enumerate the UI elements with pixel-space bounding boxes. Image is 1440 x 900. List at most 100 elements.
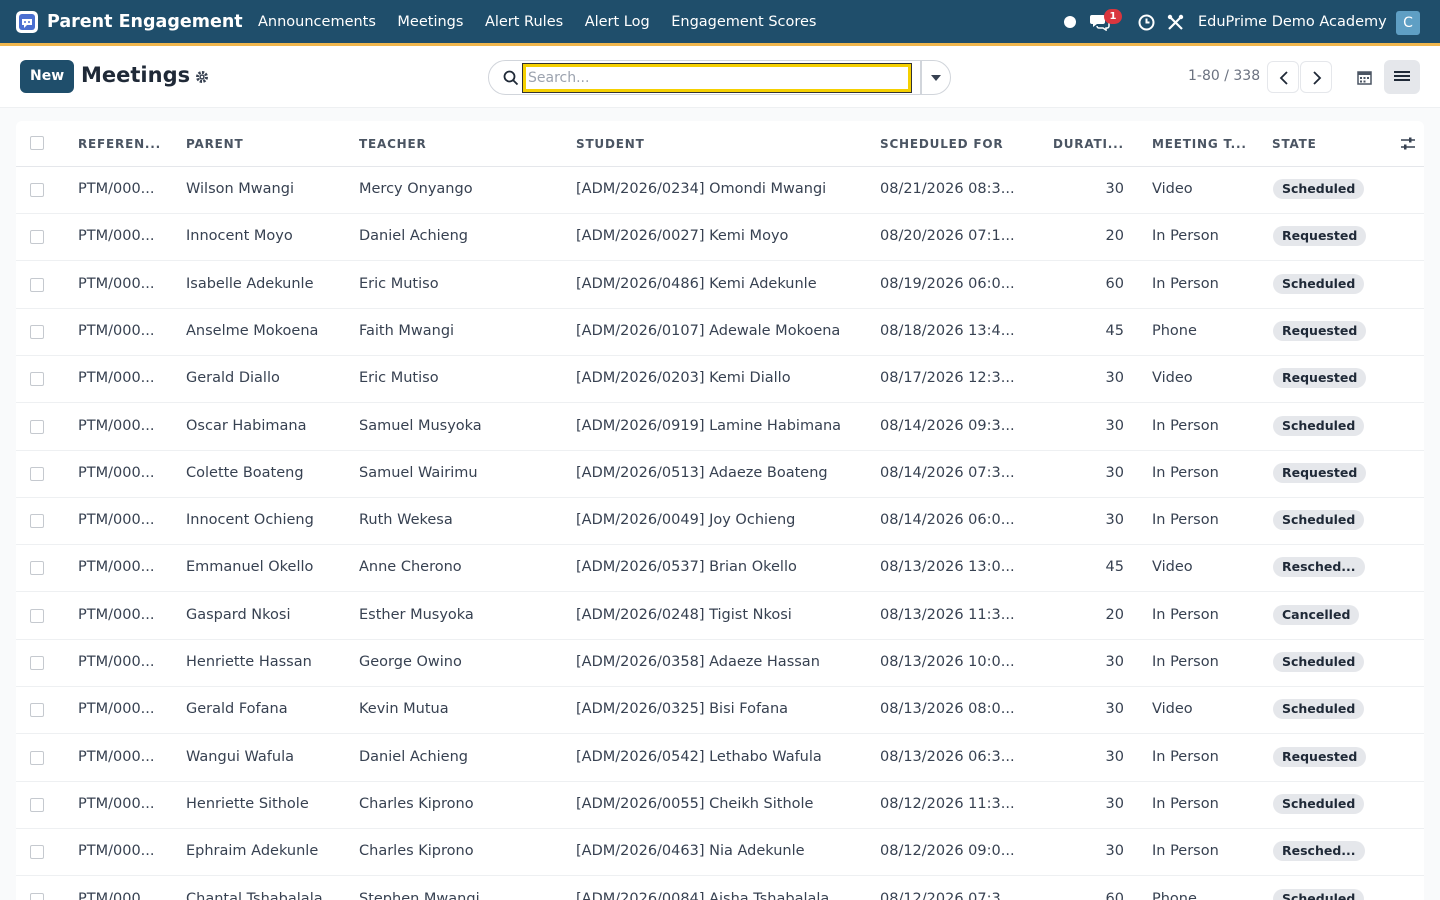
cell-teacher: Eric Mutiso (359, 275, 439, 292)
app-name[interactable]: Parent Engagement (47, 12, 243, 32)
row-checkbox[interactable] (30, 466, 44, 481)
app-logo-icon[interactable] (16, 11, 38, 33)
cell-student: [ADM/2026/0049] Joy Ochieng (576, 512, 796, 529)
cell-teacher: George Owino (359, 654, 462, 670)
cell-parent: Wilson Mwangi (186, 181, 294, 197)
cell-student: [ADM/2026/0234] Omondi Mwangi (576, 181, 827, 197)
cell-teacher: Esther Musyoka (359, 606, 474, 623)
search-input[interactable] (522, 63, 912, 93)
pager-value[interactable]: 1-80 / 338 (1188, 68, 1260, 84)
cell-parent: Henriette Sithole (186, 795, 309, 812)
cell-scheduled-for: 08/13/2026 13:0... (880, 559, 1015, 576)
table-row[interactable]: PTM/000... Wilson Mwangi Mercy Onyango [ADM… (16, 167, 1424, 214)
pager-next-button[interactable] (1300, 61, 1332, 93)
table-row[interactable]: PTM/000... Innocent Moyo Daniel Achieng [AD… (16, 214, 1424, 262)
row-checkbox[interactable] (30, 230, 44, 245)
menu-item-announcements[interactable]: Announcements (258, 14, 376, 30)
menu-item-engagement-scores[interactable]: Engagement Scores (671, 14, 816, 30)
cell-student: [ADM/2026/0919] Lamine Habimana (576, 417, 842, 434)
menu-item-alert-rules[interactable]: Alert Rules (485, 14, 563, 30)
table-row[interactable]: PTM/000... Gerald Fofana Kevin Mutua [ADM/2… (16, 687, 1424, 735)
calendar-view-button[interactable] (1347, 60, 1383, 94)
state-badge: Requested (1273, 226, 1367, 247)
cell-duration: 30 (1105, 417, 1124, 434)
row-checkbox[interactable] (30, 750, 44, 765)
menu-item-meetings[interactable]: Meetings (397, 14, 463, 30)
table-row[interactable]: PTM/000... Chantal Tshabalala Stephen Mwan… (16, 877, 1424, 900)
col-duration[interactable]: DURATI... (1053, 137, 1124, 151)
col-student[interactable]: STUDENT (576, 137, 645, 151)
col-state[interactable]: STATE (1272, 137, 1317, 151)
search-options-toggle[interactable] (921, 60, 951, 95)
table-row[interactable]: PTM/000... Oscar Habimana Samuel Musyoka [A… (16, 404, 1424, 451)
row-checkbox[interactable] (30, 561, 44, 576)
main-menu: Announcements Meetings Alert Rules Alert… (258, 14, 838, 30)
table-row[interactable]: PTM/000... Anselme Mokoena Faith Mwangi [AD… (16, 309, 1424, 356)
row-checkbox[interactable] (30, 797, 44, 812)
status-dot-icon[interactable] (1064, 16, 1076, 28)
company-name[interactable]: EduPrime Demo Academy (1198, 14, 1387, 30)
col-parent[interactable]: PARENT (186, 137, 243, 151)
cell-duration: 45 (1105, 322, 1124, 339)
user-avatar[interactable]: C (1396, 11, 1420, 35)
table-row[interactable]: PTM/000... Isabelle Adekunle Eric Mutiso [A… (16, 262, 1424, 309)
row-checkbox[interactable] (30, 608, 44, 623)
col-reference[interactable]: REFEREN... (78, 137, 161, 151)
cell-parent: Gerald Diallo (186, 370, 280, 387)
table-row[interactable]: PTM/000... Gaspard Nkosi Esther Musyoka [AD… (16, 593, 1424, 640)
select-all-checkbox[interactable] (30, 136, 44, 150)
row-checkbox[interactable] (30, 324, 44, 339)
table-row[interactable]: PTM/000... Gerald Diallo Eric Mutiso [ADM/2… (16, 356, 1424, 404)
new-button[interactable]: New (20, 60, 75, 93)
top-navbar: Parent Engagement Announcements Meetings… (0, 0, 1440, 46)
cell-teacher: Samuel Wairimu (359, 464, 478, 481)
col-teacher[interactable]: TEACHER (359, 137, 427, 151)
cell-scheduled-for: 08/21/2026 08:3... (880, 181, 1015, 197)
cell-meeting-type: In Person (1152, 275, 1219, 292)
cell-scheduled-for: 08/12/2026 09:0... (880, 843, 1015, 860)
clock-icon[interactable] (1138, 14, 1155, 31)
tools-icon[interactable] (1167, 14, 1184, 31)
gear-icon[interactable] (195, 70, 209, 84)
list-view-button[interactable] (1384, 60, 1420, 94)
table-row[interactable]: PTM/000... Emmanuel Okello Anne Cherono [AD… (16, 545, 1424, 593)
cell-reference: PTM/000... (78, 322, 155, 339)
control-panel: New Meetings 1-80 / 338 (0, 46, 1440, 108)
cell-reference: PTM/000... (78, 275, 155, 292)
table-row[interactable]: PTM/000... Colette Boateng Samuel Wairimu [… (16, 451, 1424, 498)
cell-reference: PTM/000... (78, 559, 155, 576)
state-badge: Resched... (1273, 557, 1365, 578)
table-row[interactable]: PTM/000... Ephraim Adekunle Charles Kipron… (16, 829, 1424, 877)
row-checkbox[interactable] (30, 656, 44, 670)
row-checkbox[interactable] (30, 183, 44, 197)
cell-duration: 30 (1105, 512, 1124, 529)
col-scheduled-for[interactable]: SCHEDULED FOR (880, 137, 1003, 151)
col-meeting-type[interactable]: MEETING T... (1152, 137, 1247, 151)
cell-scheduled-for: 08/18/2026 13:4... (880, 322, 1015, 339)
row-checkbox[interactable] (30, 372, 44, 387)
row-checkbox[interactable] (30, 419, 44, 434)
menu-item-alert-log[interactable]: Alert Log (585, 14, 650, 30)
row-checkbox[interactable] (30, 892, 44, 900)
cell-parent: Innocent Ochieng (186, 512, 314, 529)
state-badge: Scheduled (1273, 888, 1365, 900)
row-checkbox[interactable] (30, 277, 44, 292)
row-checkbox[interactable] (30, 703, 44, 718)
cell-meeting-type: Video (1152, 181, 1193, 197)
cell-meeting-type: Phone (1152, 322, 1197, 339)
pager-previous-button[interactable] (1267, 61, 1299, 93)
row-checkbox[interactable] (30, 514, 44, 529)
cell-meeting-type: In Person (1152, 654, 1219, 670)
column-settings-icon[interactable] (1400, 136, 1416, 152)
cell-meeting-type: In Person (1152, 748, 1219, 765)
row-checkbox[interactable] (30, 845, 44, 860)
table-row[interactable]: PTM/000... Wangui Wafula Daniel Achieng [AD… (16, 735, 1424, 782)
cell-duration: 30 (1105, 795, 1124, 812)
calendar-icon (1357, 71, 1372, 85)
table-row[interactable]: PTM/000... Henriette Hassan George Owino [A… (16, 640, 1424, 687)
cell-student: [ADM/2026/0248] Tigist Nkosi (576, 606, 792, 623)
table-row[interactable]: PTM/000... Innocent Ochieng Ruth Wekesa [AD… (16, 498, 1424, 546)
cell-parent: Innocent Moyo (186, 228, 293, 245)
table-row[interactable]: PTM/000... Henriette Sithole Charles Kipro… (16, 782, 1424, 829)
cell-duration: 30 (1105, 370, 1124, 387)
